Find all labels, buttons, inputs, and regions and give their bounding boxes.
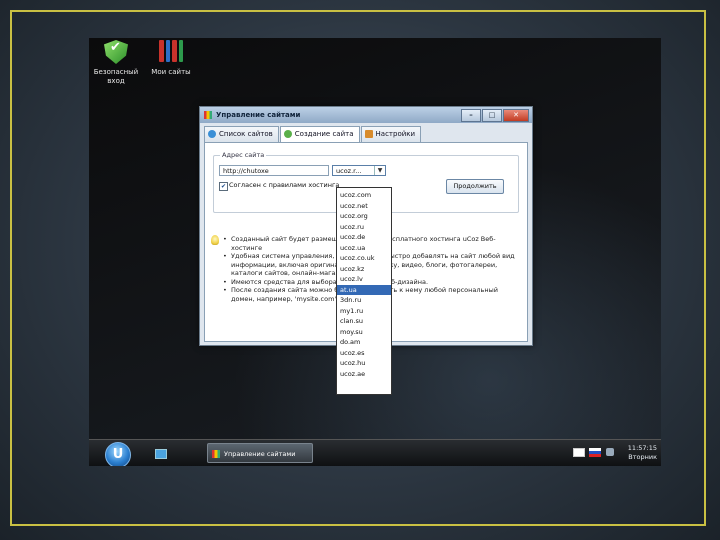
tab-label: Создание сайта [294, 130, 354, 138]
taskbar: U Управление сайтами 11:57:15 Вторник [89, 439, 661, 466]
domain-option[interactable]: ucoz.es [337, 348, 391, 359]
network-icon[interactable] [606, 448, 614, 456]
domain-option[interactable]: ucoz.ru [337, 222, 391, 233]
domain-option[interactable]: 3dn.ru [337, 295, 391, 306]
domain-option[interactable]: ucoz.co.uk [337, 253, 391, 264]
domain-option[interactable]: moy.su [337, 327, 391, 338]
clock[interactable]: 11:57:15 Вторник [625, 444, 657, 462]
domain-option[interactable]: ucoz.com [337, 190, 391, 201]
show-desktop-icon[interactable] [155, 449, 167, 459]
chevron-down-icon[interactable]: ▼ [374, 166, 385, 175]
app-icon [212, 450, 220, 458]
desktop-icon-label: Мои сайты [151, 68, 191, 76]
globe-icon [208, 130, 216, 138]
domain-option[interactable]: ucoz.net [337, 201, 391, 212]
task-label: Управление сайтами [224, 450, 296, 458]
domain-option[interactable]: ucoz.org [337, 211, 391, 222]
binders-icon [159, 40, 183, 64]
clock-day: Вторник [628, 453, 657, 461]
tab-create-site[interactable]: Создание сайта [279, 126, 360, 143]
minimize-button[interactable]: – [461, 109, 481, 122]
tab-settings[interactable]: Настройки [360, 126, 422, 142]
group-title: Адрес сайта [220, 151, 267, 159]
domain-option[interactable]: clan.su [337, 316, 391, 327]
start-button[interactable]: U [105, 442, 131, 466]
maximize-button[interactable]: □ [482, 109, 502, 122]
agree-label: Согласен с правилами хостинга [229, 181, 340, 189]
domain-select-value: ucoz.r... [336, 167, 362, 175]
window-title: Управление сайтами [216, 111, 301, 119]
domain-option[interactable]: at.ua [337, 284, 391, 295]
globe-add-icon [283, 130, 292, 138]
domain-option[interactable]: ucoz.ua [337, 243, 391, 254]
site-url-input[interactable]: http://chutoxe [219, 165, 329, 176]
desktop-icon-my-sites[interactable]: Мои сайты [141, 40, 201, 77]
continue-button[interactable]: Продолжить [446, 179, 504, 194]
domain-option[interactable]: ucoz.lv [337, 274, 391, 285]
domain-select[interactable]: ucoz.r... ▼ [332, 165, 386, 176]
tab-bar: Список сайтов Создание сайта Настройки [204, 126, 422, 143]
language-flag-icon[interactable] [589, 448, 601, 457]
lightbulb-icon [211, 235, 219, 245]
close-button[interactable]: ✕ [503, 109, 529, 122]
settings-icon [364, 130, 373, 138]
desktop-icon-label: Безопасный вход [93, 68, 139, 85]
agree-checkbox[interactable]: ✔ [219, 182, 228, 191]
tab-label: Настройки [375, 130, 416, 138]
window-titlebar[interactable]: Управление сайтами – □ ✕ [200, 107, 532, 123]
tab-site-list[interactable]: Список сайтов [204, 126, 279, 142]
domain-option[interactable]: my1.ru [337, 306, 391, 317]
taskbar-window-button[interactable]: Управление сайтами [207, 443, 313, 463]
app-icon [204, 111, 212, 119]
shield-icon [104, 40, 128, 64]
domain-option[interactable]: do.am [337, 337, 391, 348]
clock-time: 11:57:15 [627, 444, 657, 452]
keyboard-icon[interactable] [573, 448, 585, 457]
domain-option[interactable]: ucoz.hu [337, 358, 391, 369]
desktop-icon-secure-login[interactable]: Безопасный вход [89, 40, 146, 86]
domain-dropdown-list[interactable]: ucoz.com ucoz.net ucoz.org ucoz.ru ucoz.de uc… [336, 187, 392, 395]
tab-label: Список сайтов [219, 130, 273, 138]
domain-option[interactable]: ucoz.de [337, 232, 391, 243]
domain-option[interactable]: ucoz.kz [337, 264, 391, 275]
domain-option[interactable]: ucoz.ae [337, 369, 391, 380]
